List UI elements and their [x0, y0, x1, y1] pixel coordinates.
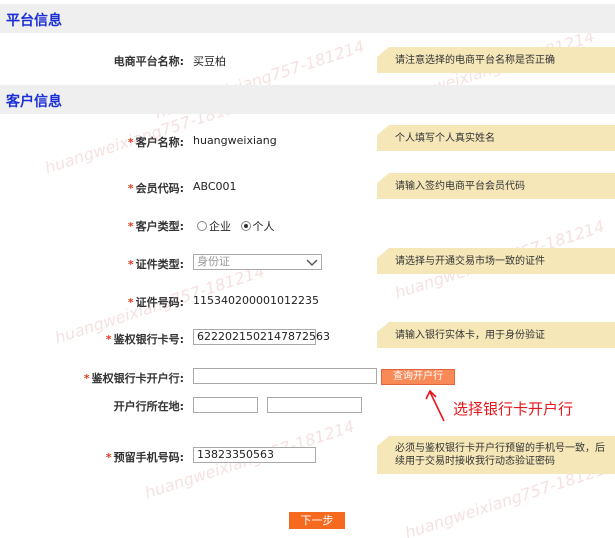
platform-name-label: 电商平台名称:	[113, 55, 184, 68]
branch-location-label: 开户行所在地:	[113, 400, 184, 413]
query-branch-button[interactable]: 查询开户行	[381, 369, 455, 385]
branch-province-input[interactable]	[193, 397, 258, 413]
customer-name-value: huangweixiang	[193, 134, 277, 147]
auth-card-label: * 鉴权银行卡号:	[105, 333, 184, 346]
auth-card-input[interactable]: 6222021502147872563	[193, 329, 330, 345]
platform-info-title: 平台信息	[6, 13, 62, 29]
next-step-button[interactable]: 下一步	[289, 512, 345, 529]
id-type-select[interactable]: 身份证	[193, 254, 322, 270]
customer-type-enterprise[interactable]: 企业	[197, 220, 231, 233]
branch-city-input[interactable]	[267, 397, 362, 413]
platform-info-header: 平台信息	[0, 4, 615, 33]
phone-input[interactable]: 13823350563	[193, 447, 316, 463]
id-number-label: * 证件号码:	[127, 296, 184, 309]
chevron-down-icon	[306, 259, 318, 266]
phone-hint: 必须与鉴权银行卡开户行预留的手机号一致，后续用于交易时接收我行动态验证密码	[377, 436, 615, 474]
customer-name-label: * 客户名称:	[127, 136, 184, 149]
platform-name-value: 买豆柏	[193, 55, 226, 68]
phone-label: * 预留手机号码:	[105, 451, 184, 464]
bank-branch-input[interactable]	[193, 368, 377, 384]
bank-branch-label: * 鉴权银行卡开户行:	[83, 372, 184, 385]
customer-info-title: 客户信息	[6, 94, 62, 110]
id-type-hint: 请选择与开通交易市场一致的证件	[377, 248, 615, 274]
customer-name-hint: 个人填写个人真实姓名	[377, 125, 615, 151]
member-code-label: * 会员代码:	[127, 182, 184, 195]
radio-unchecked-icon[interactable]	[197, 221, 207, 231]
platform-name-hint: 请注意选择的电商平台名称是否正确	[377, 47, 615, 73]
id-type-label: * 证件类型:	[127, 258, 184, 271]
id-number-value: 115340200001012235	[193, 294, 319, 307]
customer-type-individual[interactable]: 个人	[240, 220, 275, 233]
red-arrow-icon	[425, 389, 445, 422]
customer-type-label: * 客户类型:	[127, 220, 184, 233]
customer-type-radio-group: 企业 个人	[197, 218, 281, 234]
auth-card-hint: 请输入银行实体卡，用于身份验证	[377, 322, 615, 348]
member-code-hint: 请输入签约电商平台会员代码	[377, 173, 615, 199]
radio-checked-icon[interactable]	[240, 221, 251, 231]
customer-info-header: 客户信息	[0, 85, 615, 114]
annotation-text: 选择银行卡开户行	[453, 400, 574, 418]
member-code-value: ABC001	[193, 180, 237, 193]
